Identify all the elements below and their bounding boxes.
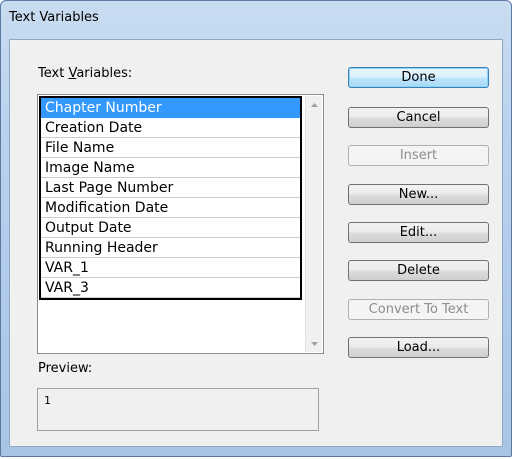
preview-box: 1 xyxy=(37,388,319,431)
list-item-last-page-number[interactable]: Last Page Number xyxy=(41,178,300,198)
delete-button[interactable]: Delete xyxy=(348,260,489,281)
text-variables-listbox[interactable]: Chapter Number Creation Date File Name I… xyxy=(37,94,324,354)
convert-to-text-button[interactable]: Convert To Text xyxy=(348,299,489,320)
list-item-output-date[interactable]: Output Date xyxy=(41,218,300,238)
cancel-button[interactable]: Cancel xyxy=(348,107,489,128)
list-item-creation-date[interactable]: Creation Date xyxy=(41,118,300,138)
list-scrollbar[interactable] xyxy=(305,96,322,352)
chevron-down-icon xyxy=(310,341,318,346)
edit-button[interactable]: Edit... xyxy=(348,222,489,243)
scroll-down-button[interactable] xyxy=(306,335,322,352)
preview-label: Preview: xyxy=(38,361,93,376)
list-item-image-name[interactable]: Image Name xyxy=(41,158,300,178)
list-item-modification-date[interactable]: Modification Date xyxy=(41,198,300,218)
text-variables-label: Text Variables: xyxy=(38,66,132,81)
preview-value: 1 xyxy=(44,394,51,407)
label-part: ariables: xyxy=(76,66,133,81)
list-item-var-1[interactable]: VAR_1 xyxy=(41,258,300,278)
title-bar[interactable]: Text Variables xyxy=(1,1,511,35)
load-button[interactable]: Load... xyxy=(348,337,489,358)
list-item-file-name[interactable]: File Name xyxy=(41,138,300,158)
label-part: Text xyxy=(38,66,69,81)
list-item-running-header[interactable]: Running Header xyxy=(41,238,300,258)
new-button[interactable]: New... xyxy=(348,184,489,205)
chevron-up-icon xyxy=(310,102,318,107)
insert-button[interactable]: Insert xyxy=(348,145,489,166)
list-item-var-3[interactable]: VAR_3 xyxy=(41,278,300,298)
scroll-up-button[interactable] xyxy=(306,96,322,113)
list-items-container: Chapter Number Creation Date File Name I… xyxy=(39,96,302,300)
done-button[interactable]: Done xyxy=(348,67,489,88)
list-item-chapter-number[interactable]: Chapter Number xyxy=(41,98,300,118)
dialog-title: Text Variables xyxy=(9,10,99,25)
